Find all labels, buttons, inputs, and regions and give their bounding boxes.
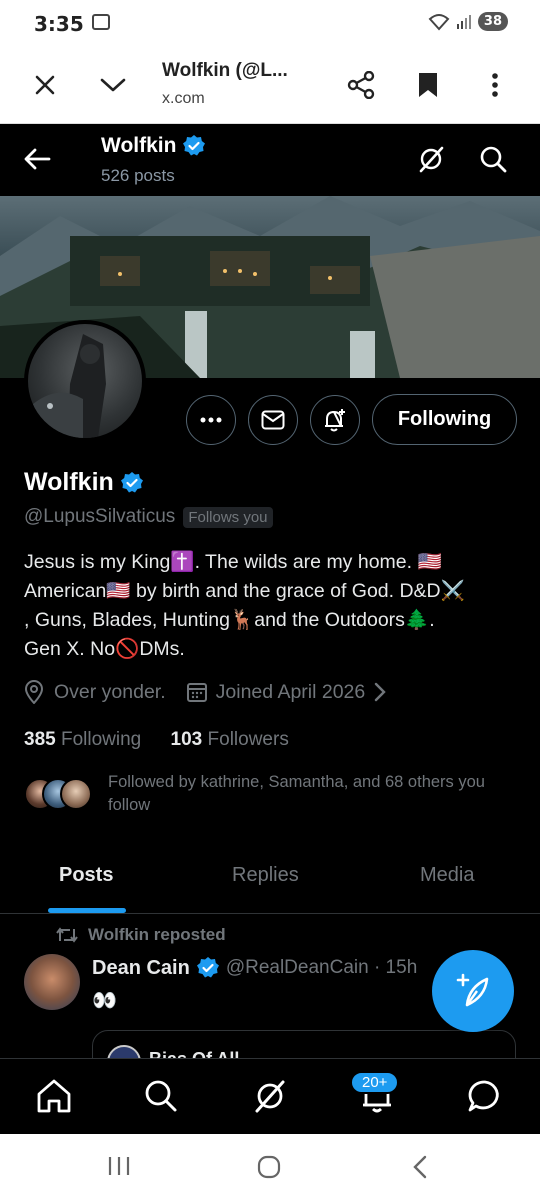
tab-posts[interactable]: Posts xyxy=(59,864,113,887)
verified-badge-icon xyxy=(196,957,219,978)
profile-header: Wolfkin 526 posts xyxy=(0,124,540,196)
tweet-author-handle: @RealDeanCain · 15h xyxy=(225,957,418,978)
back-arrow-icon[interactable] xyxy=(22,144,52,174)
repost-label: Wolfkin reposted xyxy=(56,925,226,945)
header-name: Wolfkin xyxy=(101,134,206,158)
follows-you-badge: Follows you xyxy=(183,506,273,528)
battery-indicator: 38 xyxy=(477,12,508,31)
calendar-icon xyxy=(186,683,207,702)
chevron-right-icon[interactable] xyxy=(373,682,387,702)
bookmark-icon[interactable] xyxy=(411,68,445,102)
browser-url[interactable]: x.com xyxy=(162,90,205,108)
close-icon[interactable] xyxy=(28,68,62,102)
chevron-down-icon[interactable] xyxy=(96,68,130,102)
tweet-author-avatar[interactable] xyxy=(24,954,80,1010)
following-count: 385 xyxy=(24,729,56,750)
profile-tabs: Posts Replies Media xyxy=(0,846,540,914)
following-label: Following xyxy=(60,729,142,750)
handle-text: @LupusSilvaticus xyxy=(24,506,176,527)
followers-label: Followers xyxy=(207,729,289,750)
feather-plus-icon xyxy=(456,973,489,1007)
bottom-navigation: 20+ xyxy=(0,1058,540,1134)
followers-link[interactable]: 103 Followers xyxy=(171,729,289,750)
profile-bio: Jesus is my King✝️. The wilds are my hom… xyxy=(24,548,524,664)
grok-icon[interactable] xyxy=(251,1077,289,1115)
profile-avatar[interactable] xyxy=(24,320,146,442)
repost-icon xyxy=(56,927,78,943)
notifications-subscribe-button[interactable] xyxy=(310,395,360,445)
status-time: 3:35 xyxy=(34,12,84,36)
share-icon[interactable] xyxy=(344,68,378,102)
notification-count-badge: 20+ xyxy=(350,1071,400,1094)
bio-line: Jesus is my King✝️. The wilds are my hom… xyxy=(24,551,442,573)
avatar xyxy=(60,778,92,810)
profile-name: Wolfkin xyxy=(24,468,144,497)
joined-date: Joined April 2026 xyxy=(215,680,366,703)
tab-replies[interactable]: Replies xyxy=(232,864,299,887)
messages-icon[interactable] xyxy=(466,1077,504,1115)
profile-handle: @LupusSilvaticus Follows you xyxy=(24,506,273,528)
bio-line: American🇺🇸 by birth and the grace of God… xyxy=(24,580,465,602)
bio-line: , Guns, Blades, Hunting🦌and the Outdoors… xyxy=(24,609,435,631)
back-button-icon[interactable] xyxy=(410,1154,430,1180)
active-tab-indicator xyxy=(48,908,126,913)
profile-meta: Over yonder. Joined April 2026 xyxy=(24,680,387,704)
search-icon[interactable] xyxy=(478,144,508,174)
message-button[interactable] xyxy=(248,395,298,445)
avatar-image xyxy=(33,334,106,438)
followers-count: 103 xyxy=(170,729,203,750)
tweet-author[interactable]: Dean Cain @RealDeanCain · 15h xyxy=(92,956,417,980)
followed-by-text[interactable]: Followed by kathrine, Samantha, and 68 o… xyxy=(108,771,518,817)
system-navigation-bar xyxy=(0,1134,540,1200)
bio-line: Gen X. No🚫DMs. xyxy=(24,638,185,660)
tab-media[interactable]: Media xyxy=(420,864,474,887)
following-button[interactable]: Following xyxy=(372,394,517,445)
verified-badge-icon xyxy=(183,135,206,156)
verified-badge-icon xyxy=(120,471,143,492)
profile-name-text: Wolfkin xyxy=(24,468,114,496)
bell-plus-icon xyxy=(325,409,345,432)
wifi-icon xyxy=(428,13,450,30)
posts-count: 526 posts xyxy=(101,166,175,185)
browser-toolbar: Wolfkin (@L... x.com xyxy=(0,46,540,124)
mail-icon xyxy=(261,410,285,430)
browser-page-title: Wolfkin (@L... xyxy=(162,60,288,81)
tweet-author-name: Dean Cain xyxy=(92,956,190,979)
screenshot-icon xyxy=(92,14,110,30)
grok-icon[interactable] xyxy=(416,144,446,174)
header-name-text: Wolfkin xyxy=(101,134,177,157)
following-link[interactable]: 385 Following xyxy=(24,729,141,750)
location-pin-icon xyxy=(24,680,44,704)
more-options-button[interactable] xyxy=(186,395,236,445)
status-bar: 3:35 38 xyxy=(0,0,540,46)
search-icon[interactable] xyxy=(142,1077,180,1115)
status-icons: 38 xyxy=(428,12,508,31)
follow-stats: 385 Following 103 Followers xyxy=(24,729,289,751)
signal-icon xyxy=(456,14,471,29)
home-icon[interactable] xyxy=(35,1077,73,1115)
location-text: Over yonder. xyxy=(54,680,166,703)
more-vertical-icon[interactable] xyxy=(478,68,512,102)
repost-text: Wolfkin reposted xyxy=(88,925,226,944)
followed-by-avatars[interactable] xyxy=(24,778,94,812)
recent-apps-icon[interactable] xyxy=(106,1154,132,1178)
tweet-text: 👀 xyxy=(92,990,117,1012)
more-horizontal-icon xyxy=(200,417,222,423)
home-button-icon[interactable] xyxy=(256,1154,282,1180)
compose-post-button[interactable] xyxy=(432,950,514,1032)
